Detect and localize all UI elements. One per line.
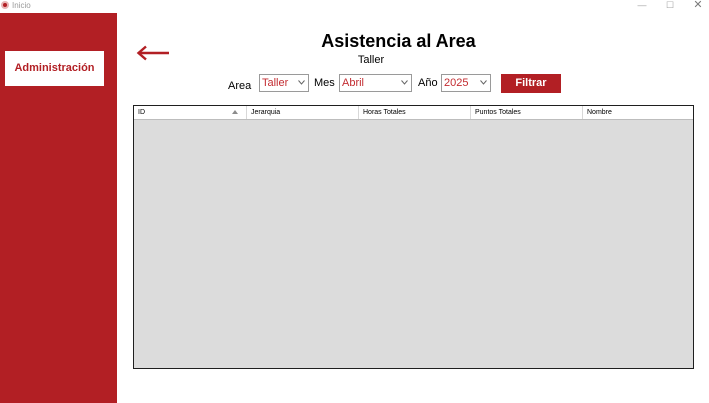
column-header-jerarquia[interactable]: Jerarquia (247, 106, 359, 119)
sidebar: Administración (0, 13, 117, 403)
anio-select-value: 2025 (444, 77, 469, 89)
anio-label: Año (418, 77, 438, 89)
table-header: ID Jerarquia Horas Totales Puntos Totale… (134, 106, 693, 120)
column-header-label: ID (138, 109, 145, 116)
area-select[interactable]: Taller (259, 74, 309, 92)
column-header-horas-totales[interactable]: Horas Totales (359, 106, 471, 119)
page-subtitle: Taller (357, 54, 385, 66)
window-title: Inicio (12, 1, 31, 10)
chevron-down-icon (401, 80, 408, 85)
page-title: Asistencia al Area (321, 31, 476, 51)
anio-select[interactable]: 2025 (441, 74, 491, 92)
maximize-button[interactable]: ☐ (660, 0, 680, 12)
chevron-down-icon (480, 80, 487, 85)
arrow-left-icon[interactable] (136, 45, 170, 61)
app-logo-icon (1, 1, 9, 9)
area-select-value: Taller (262, 77, 289, 89)
close-button[interactable]: ✕ (688, 0, 708, 12)
attendance-table[interactable]: ID Jerarquia Horas Totales Puntos Totale… (133, 105, 694, 369)
mes-label: Mes (314, 77, 335, 89)
sort-ascending-icon (232, 110, 238, 114)
sidebar-item-administracion[interactable]: Administración (5, 51, 104, 86)
title-bar: Inicio — ☐ ✕ (0, 0, 709, 13)
chevron-down-icon (298, 80, 305, 85)
column-header-id[interactable]: ID (134, 106, 247, 119)
minimize-button[interactable]: — (632, 0, 652, 12)
mes-select[interactable]: Abril (339, 74, 412, 92)
mes-select-value: Abril (342, 77, 365, 89)
column-header-puntos-totales[interactable]: Puntos Totales (471, 106, 583, 119)
column-header-nombre[interactable]: Nombre (583, 106, 693, 119)
filtrar-button[interactable]: Filtrar (501, 74, 561, 93)
area-label: Area (228, 80, 252, 92)
